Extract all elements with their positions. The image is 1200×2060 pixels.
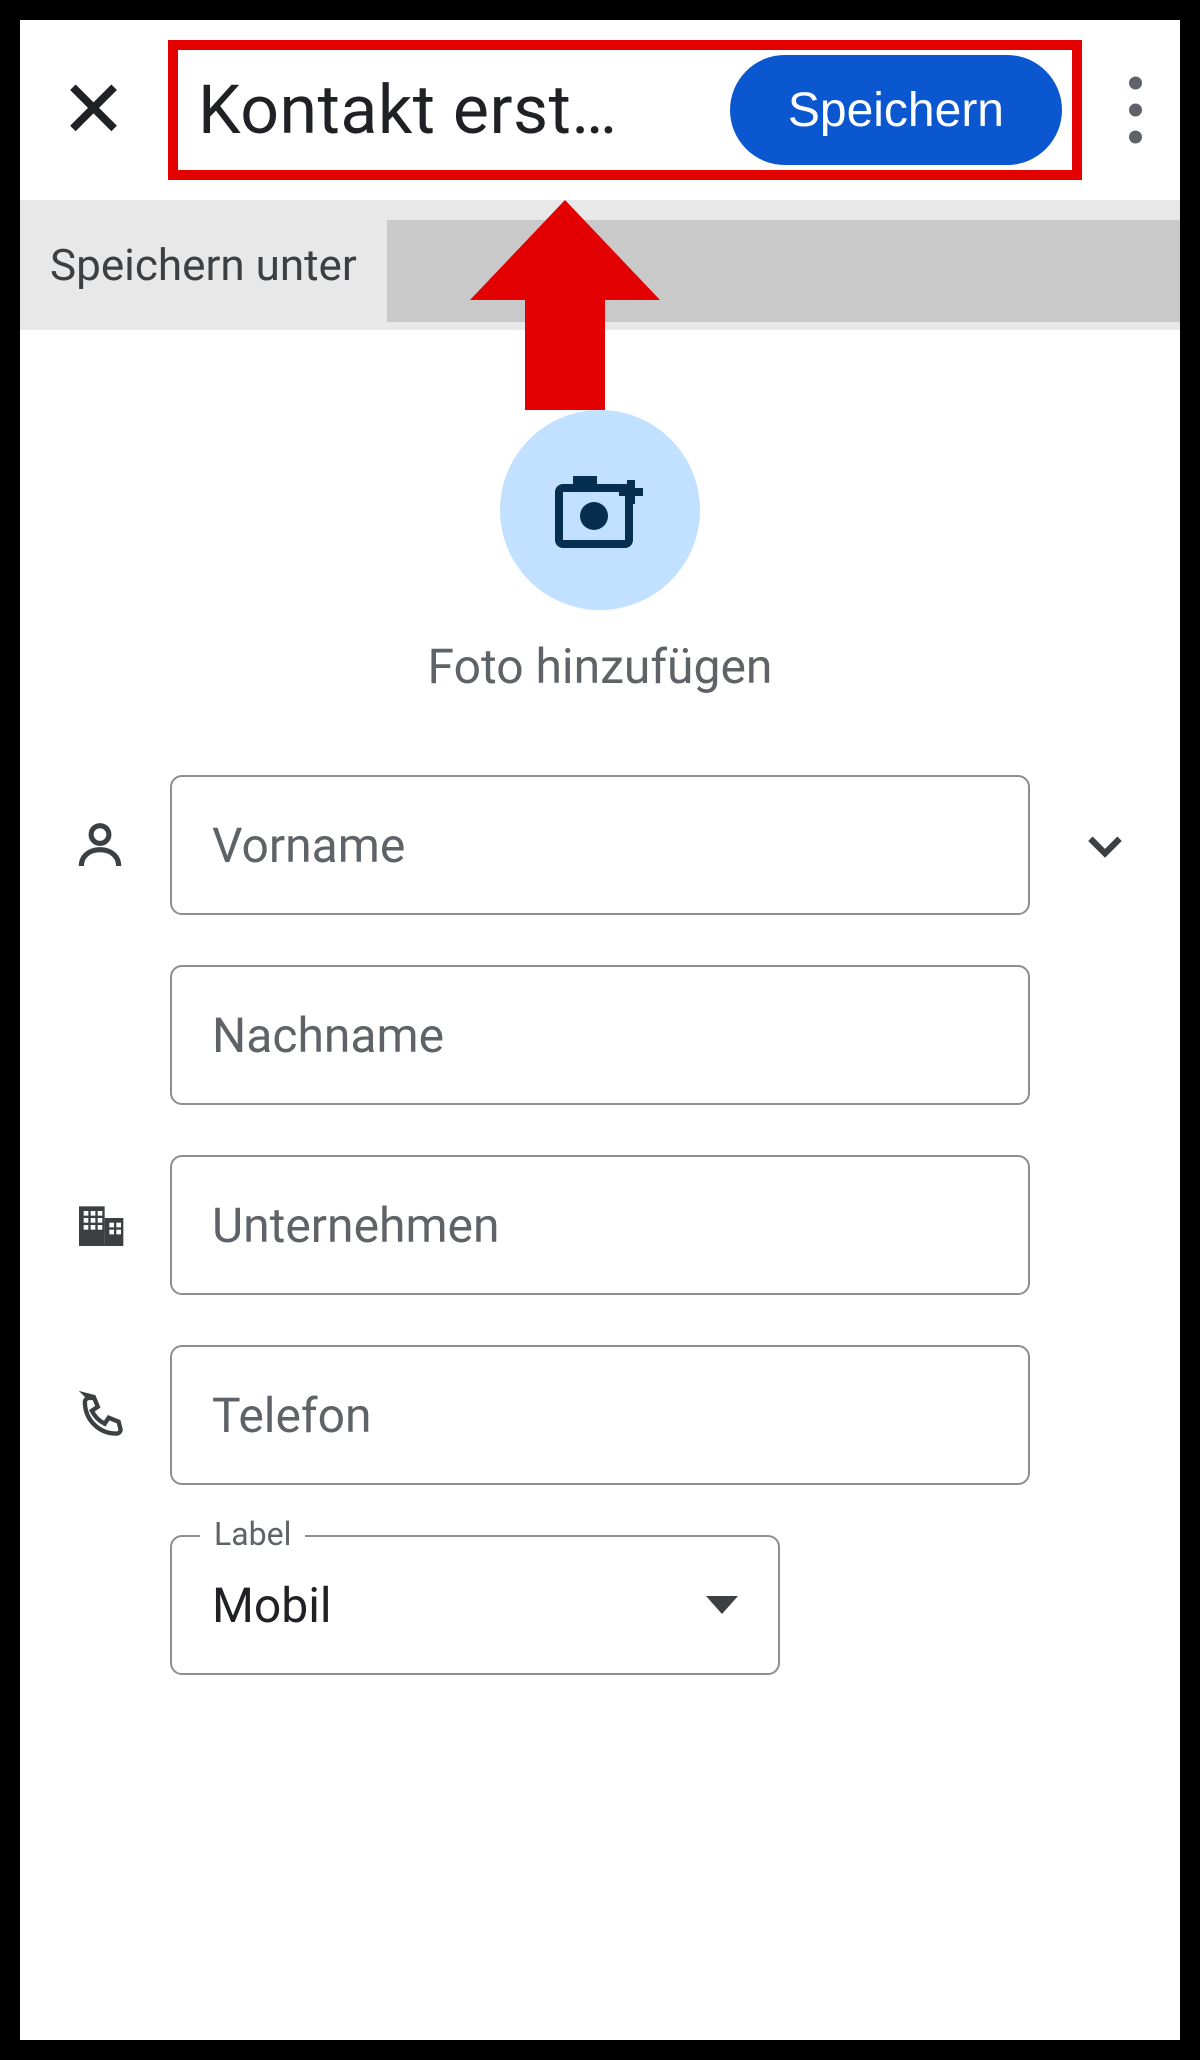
add-photo-label: Foto hinzufügen bbox=[428, 638, 773, 695]
app-bar: ✕ Kontakt erst… Speichern bbox=[20, 20, 1180, 200]
phone-type-legend: Label bbox=[200, 1515, 305, 1553]
page-title: Kontakt erst… bbox=[198, 70, 730, 150]
add-photo-button[interactable] bbox=[500, 410, 700, 610]
first-name-field[interactable]: Vorname bbox=[170, 775, 1030, 915]
save-under-bar: Speichern unter bbox=[20, 200, 1180, 330]
chevron-down-icon bbox=[1080, 820, 1130, 870]
phone-type-select[interactable]: Mobil bbox=[170, 1535, 780, 1675]
phone-type-select-wrap: Label Mobil bbox=[170, 1535, 780, 1675]
expand-name-fields-button[interactable] bbox=[1060, 820, 1150, 870]
annotation-highlight-box: Kontakt erst… Speichern bbox=[168, 40, 1082, 180]
more-options-icon[interactable] bbox=[1119, 67, 1152, 154]
camera-add-icon bbox=[555, 470, 645, 550]
person-icon bbox=[60, 817, 140, 873]
phone-type-value: Mobil bbox=[212, 1577, 332, 1634]
save-button[interactable]: Speichern bbox=[730, 55, 1062, 165]
company-row: Unternehmen bbox=[60, 1155, 1150, 1295]
dropdown-caret-icon bbox=[706, 1596, 738, 1614]
company-field[interactable]: Unternehmen bbox=[170, 1155, 1030, 1295]
last-name-row: Nachname bbox=[60, 965, 1150, 1105]
last-name-field[interactable]: Nachname bbox=[170, 965, 1030, 1105]
phone-type-row: Label Mobil bbox=[60, 1535, 1150, 1675]
photo-section: Foto hinzufügen bbox=[20, 410, 1180, 695]
save-under-account-selector[interactable] bbox=[387, 220, 1180, 322]
save-under-label: Speichern unter bbox=[20, 200, 387, 330]
phone-row: Telefon bbox=[60, 1345, 1150, 1485]
first-name-row: Vorname bbox=[60, 775, 1150, 915]
phone-icon bbox=[60, 1387, 140, 1443]
close-icon[interactable]: ✕ bbox=[40, 60, 147, 160]
company-icon bbox=[60, 1197, 140, 1253]
phone-field[interactable]: Telefon bbox=[170, 1345, 1030, 1485]
contact-form: Vorname Nachname Unternehmen bbox=[20, 775, 1180, 1675]
